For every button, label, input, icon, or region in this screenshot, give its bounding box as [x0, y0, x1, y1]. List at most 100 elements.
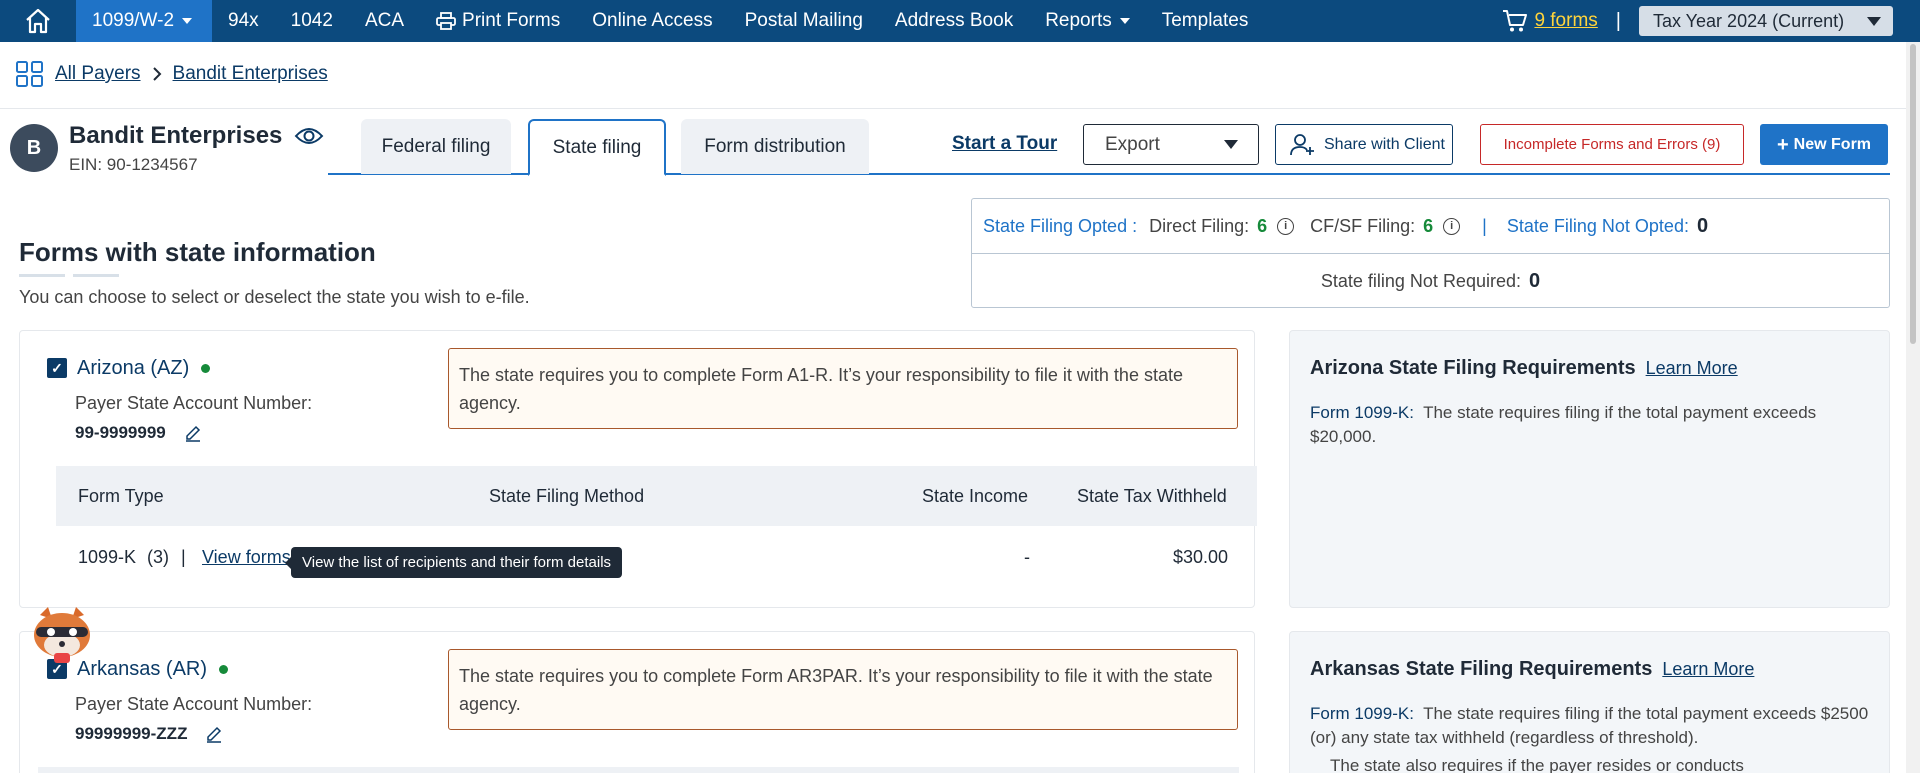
not-required-label: State filing Not Required:	[1320, 270, 1521, 291]
nav-reports[interactable]: Reports	[1029, 0, 1146, 42]
payer-name: Bandit Enterprises	[69, 122, 324, 150]
requirements-form: Form 1099-K:	[1310, 403, 1414, 422]
requirements-title-text: Arizona State Filing Requirements	[1310, 357, 1636, 379]
chevron-down-icon	[1119, 18, 1130, 24]
chevron-down-icon	[182, 18, 193, 24]
nav-templates[interactable]: Templates	[1146, 0, 1265, 42]
tab-state-filing[interactable]: State filing	[528, 119, 666, 176]
cart-link[interactable]: 9 forms	[1502, 9, 1598, 33]
nav-94x[interactable]: 94x	[212, 0, 275, 42]
nav-1099-w2[interactable]: 1099/W-2	[76, 0, 213, 42]
state-filing-summary: State Filing Opted : Direct Filing: 6 i …	[971, 198, 1890, 308]
tab-federal-filing[interactable]: Federal filing	[361, 119, 511, 174]
requirements-title-text: Arkansas State Filing Requirements	[1310, 658, 1653, 680]
pencil-icon[interactable]	[184, 424, 202, 442]
psan-label: Payer State Account Number:	[75, 393, 313, 413]
pencil-icon[interactable]	[205, 725, 223, 743]
state-notice: The state requires you to complete Form …	[448, 649, 1238, 730]
export-label: Export	[1105, 133, 1160, 155]
not-required-count: 0	[1528, 269, 1541, 292]
breadcrumb: All Payers Bandit Enterprises	[15, 60, 328, 88]
requirements-text: Form 1099-K: The state requires filing i…	[1310, 702, 1870, 750]
chevron-right-icon	[152, 67, 161, 81]
row-form-type: 1099-K	[78, 547, 137, 567]
col-state-tax-withheld: State Tax Withheld	[1077, 486, 1227, 506]
nav-1099-w2-label: 1099/W-2	[92, 10, 175, 31]
plus-icon: +	[1776, 133, 1789, 156]
page-scrollbar[interactable]	[1906, 42, 1920, 773]
table-header: Form Type State Filing Method State Inco…	[56, 466, 1257, 526]
cart-icon	[1503, 10, 1528, 32]
view-forms-link[interactable]: View forms	[202, 547, 291, 568]
mascot-icon[interactable]	[26, 605, 98, 667]
user-plus-icon	[1290, 133, 1314, 155]
state-name: Arkansas (AR)	[77, 658, 229, 681]
requirements-form: Form 1099-K:	[1310, 704, 1414, 723]
incomplete-forms-errors-button[interactable]: Incomplete Forms and Errors (9)	[1480, 124, 1744, 165]
state-filing-not-opted-count: 0	[1696, 214, 1709, 237]
nav-print-forms-label: Print Forms	[462, 10, 561, 31]
section-underline	[19, 274, 65, 277]
start-tour-link[interactable]: Start a Tour	[952, 133, 1057, 155]
grid-icon	[16, 61, 43, 87]
tax-year-select[interactable]: Tax Year 2024 (Current)	[1639, 6, 1893, 36]
nav-aca[interactable]: ACA	[349, 0, 420, 42]
section-underline	[73, 274, 119, 277]
table-header	[38, 767, 1239, 773]
nav-1042[interactable]: 1042	[275, 0, 349, 42]
direct-filing-count: 6	[1257, 215, 1268, 236]
payer-ein: EIN: 90-1234567	[69, 155, 198, 174]
scrollbar-thumb[interactable]	[1910, 44, 1916, 344]
nav-online-access[interactable]: Online Access	[576, 0, 728, 42]
breadcrumb-payer[interactable]: Bandit Enterprises	[173, 63, 328, 85]
top-navigation: 1099/W-2 94x 1042 ACA Print Forms Online…	[0, 0, 1920, 42]
info-icon[interactable]: i	[1277, 217, 1295, 235]
share-with-client-button[interactable]: Share with Client	[1275, 124, 1453, 165]
state-notice: The state requires you to complete Form …	[448, 348, 1238, 429]
state-filing-not-opted-label: State Filing Not Opted:	[1506, 215, 1689, 236]
requirements-title: Arizona State Filing Requirements Learn …	[1310, 357, 1738, 380]
chevron-down-icon	[1224, 140, 1238, 149]
info-icon[interactable]: i	[1443, 217, 1461, 235]
summary-opted-row: State Filing Opted : Direct Filing: 6 i …	[972, 199, 1889, 254]
row-separator: |	[181, 547, 186, 567]
breadcrumb-all-payers[interactable]: All Payers	[55, 63, 141, 85]
direct-filing-label: Direct Filing:	[1149, 215, 1250, 236]
psan-label: Payer State Account Number:	[75, 694, 313, 714]
learn-more-link[interactable]: Learn More	[1646, 358, 1738, 379]
new-form-button[interactable]: + New Form	[1760, 124, 1888, 165]
psan-value: 99999999-ZZZ	[75, 724, 223, 744]
payer-name-text: Bandit Enterprises	[69, 122, 283, 149]
state-name: Arizona (AZ)	[77, 357, 211, 380]
status-dot	[201, 364, 211, 373]
col-state-income: State Income	[922, 486, 1029, 506]
home-icon	[26, 8, 50, 34]
table-row: 1099-K (3) | View forms - $30.00	[56, 527, 1257, 589]
nav-address-book[interactable]: Address Book	[879, 0, 1029, 42]
requirements-panel-arkansas: Arkansas State Filing Requirements Learn…	[1289, 631, 1890, 773]
nav-reports-label: Reports	[1045, 10, 1112, 31]
nav-print-forms[interactable]: Print Forms	[420, 0, 576, 42]
psan-value-text: 99999999-ZZZ	[75, 724, 188, 743]
cart-count[interactable]: 9 forms	[1534, 10, 1597, 32]
tax-year-label: Tax Year 2024 (Current)	[1653, 10, 1845, 31]
col-form-type: Form Type	[78, 486, 164, 506]
section-subtitle: You can choose to select or deselect the…	[19, 287, 530, 307]
eye-icon[interactable]	[294, 126, 324, 146]
state-checkbox[interactable]: ✓	[47, 358, 67, 378]
state-name-text: Arizona (AZ)	[77, 357, 190, 379]
new-form-label: New Form	[1793, 135, 1872, 153]
requirements-text-2: The state also requires if the payer res…	[1330, 756, 1744, 773]
tab-form-distribution[interactable]: Form distribution	[681, 119, 869, 174]
learn-more-link[interactable]: Learn More	[1662, 659, 1754, 680]
requirements-text: Form 1099-K: The state requires filing i…	[1310, 401, 1870, 449]
nav-right: 9 forms | Tax Year 2024 (Current)	[1502, 0, 1920, 42]
cfsf-filing-label: CF/SF Filing:	[1310, 215, 1416, 236]
export-dropdown[interactable]: Export	[1083, 124, 1259, 165]
status-dot	[219, 665, 229, 674]
summary-divider: |	[1482, 215, 1487, 236]
home-button[interactable]	[0, 0, 76, 42]
nav-postal-mailing[interactable]: Postal Mailing	[729, 0, 879, 42]
summary-not-required-row: State filing Not Required: 0	[972, 254, 1889, 308]
state-panel-arkansas: ✓ Arkansas (AR) Payer State Account Numb…	[19, 631, 1255, 773]
